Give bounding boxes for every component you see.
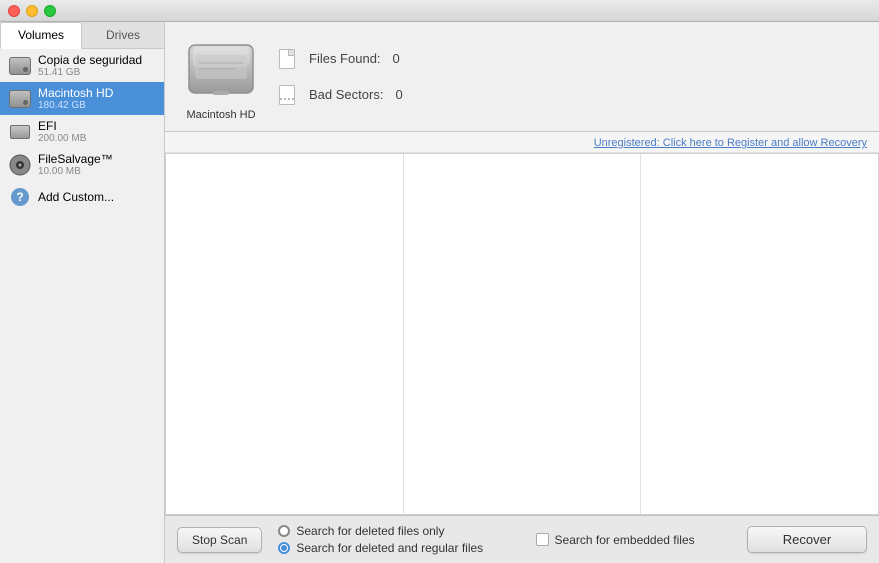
embedded-check-area: Search for embedded files: [536, 533, 695, 547]
traffic-lights: [8, 5, 56, 17]
item-size-filesalvage: 10.00 MB: [38, 166, 156, 177]
recover-button[interactable]: Recover: [747, 526, 867, 553]
files-found-row: Files Found: 0: [277, 47, 403, 71]
item-size-copia: 51.41 GB: [38, 67, 156, 78]
file-column-3: [641, 154, 878, 514]
drive-info-bar: Macintosh HD Files Found: 0 Bad Sectors:: [165, 22, 879, 132]
drive-label: Macintosh HD: [186, 109, 255, 121]
efi-icon: [8, 120, 32, 144]
bad-sectors-icon: [277, 83, 297, 107]
sidebar-item-efi[interactable]: EFI 200.00 MB: [0, 115, 164, 148]
search-deleted-regular-radio[interactable]: [278, 542, 290, 554]
search-deleted-only-label: Search for deleted files only: [296, 524, 444, 538]
registration-link[interactable]: Unregistered: Click here to Register and…: [594, 137, 867, 149]
registration-bar: Unregistered: Click here to Register and…: [165, 132, 879, 153]
main-content: Volumes Drives Copia de seguridad 51.41 …: [0, 22, 879, 563]
file-list-area: [165, 153, 879, 515]
bad-sectors-label: Bad Sectors:: [309, 87, 383, 102]
titlebar: [0, 0, 879, 22]
item-name-macintosh: Macintosh HD: [38, 86, 156, 100]
close-button[interactable]: [8, 5, 20, 17]
file-column-1: [166, 154, 404, 514]
maximize-button[interactable]: [44, 5, 56, 17]
search-options: Search for deleted files only Search for…: [278, 524, 483, 555]
tab-bar: Volumes Drives: [0, 22, 164, 49]
sidebar-item-copia[interactable]: Copia de seguridad 51.41 GB: [0, 49, 164, 82]
item-size-macintosh: 180.42 GB: [38, 100, 156, 111]
minimize-button[interactable]: [26, 5, 38, 17]
search-deleted-only-radio[interactable]: [278, 525, 290, 537]
search-embedded-label: Search for embedded files: [555, 533, 695, 547]
sidebar-item-addcustom[interactable]: ? Add Custom...: [0, 181, 164, 213]
item-name-filesalvage: FileSalvage™: [38, 152, 156, 166]
hd-icon: [8, 54, 32, 78]
bad-sectors-value: 0: [395, 87, 402, 102]
right-panel: Macintosh HD Files Found: 0 Bad Sectors:: [165, 22, 879, 563]
tab-drives[interactable]: Drives: [82, 22, 164, 48]
item-name-efi: EFI: [38, 119, 156, 133]
item-name-addcustom: Add Custom...: [38, 190, 156, 204]
files-found-value: 0: [393, 51, 400, 66]
search-deleted-regular-row[interactable]: Search for deleted and regular files: [278, 541, 483, 555]
sidebar-item-filesalvage[interactable]: FileSalvage™ 10.00 MB: [0, 148, 164, 181]
drive-visual: Macintosh HD: [185, 33, 257, 121]
sidebar-item-macintosh[interactable]: Macintosh HD 180.42 GB: [0, 82, 164, 115]
files-found-icon: [277, 47, 297, 71]
search-embedded-checkbox[interactable]: [536, 533, 549, 546]
search-deleted-regular-label: Search for deleted and regular files: [296, 541, 483, 555]
file-column-2: [404, 154, 642, 514]
disk-icon: [8, 153, 32, 177]
stop-scan-button[interactable]: Stop Scan: [177, 527, 262, 553]
tab-volumes[interactable]: Volumes: [0, 22, 82, 49]
sidebar: Volumes Drives Copia de seguridad 51.41 …: [0, 22, 165, 563]
bad-sectors-row: Bad Sectors: 0: [277, 83, 403, 107]
sidebar-list: Copia de seguridad 51.41 GB Macintosh HD…: [0, 49, 164, 563]
files-found-label: Files Found:: [309, 51, 381, 66]
bottom-toolbar: Stop Scan Search for deleted files only …: [165, 515, 879, 563]
large-hd-icon: [185, 33, 257, 105]
item-size-efi: 200.00 MB: [38, 133, 156, 144]
search-deleted-only-row[interactable]: Search for deleted files only: [278, 524, 483, 538]
drive-stats: Files Found: 0 Bad Sectors: 0: [277, 47, 403, 107]
question-icon: ?: [8, 185, 32, 209]
item-name-copia: Copia de seguridad: [38, 53, 156, 67]
hd-icon-selected: [8, 87, 32, 111]
